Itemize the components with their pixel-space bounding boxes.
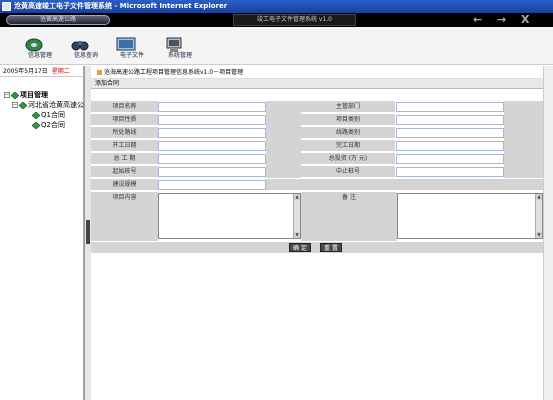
- label-spacer: [266, 179, 543, 191]
- breadcrumb: 沧海高速公路工程项目管理信息系统v1.0－项目管理: [91, 66, 543, 79]
- column-gap: [504, 101, 543, 179]
- confirm-button[interactable]: 确 定: [289, 243, 311, 252]
- project-name-input[interactable]: [158, 102, 266, 112]
- label-remarks: 备 注: [301, 192, 397, 242]
- project-nature-input[interactable]: [158, 115, 266, 125]
- tool-label: 电子文件: [119, 52, 144, 59]
- label-end-station: 中止桩号: [301, 166, 395, 178]
- tree-leaf-q1[interactable]: Q1合同: [32, 111, 65, 120]
- investment-input[interactable]: [396, 154, 504, 164]
- scale-input[interactable]: [158, 180, 266, 190]
- date-row: 2005年5月17日 星期二: [0, 66, 83, 77]
- label-scale: 建设规模: [91, 179, 158, 191]
- line-category-input[interactable]: [396, 128, 504, 138]
- label-start-date: 开工日期: [91, 140, 158, 152]
- route-input[interactable]: [158, 128, 266, 138]
- scroll-down-icon[interactable]: ▼: [294, 232, 300, 238]
- textarea-scrollbar[interactable]: ▲ ▼: [293, 194, 300, 238]
- ie-app-icon: [2, 2, 11, 11]
- collapse-icon[interactable]: −: [4, 92, 10, 98]
- window-title-bar: 沧黄高速竣工电子文件管理系统 - Microsoft Internet Expl…: [0, 0, 553, 13]
- tree-child-label: 河北省沧黄高速公: [28, 101, 84, 109]
- green-diamond-icon: [32, 121, 40, 129]
- label-content: 项目内容: [91, 192, 158, 242]
- system-manage-button[interactable]: 系统管理: [160, 37, 200, 63]
- info-query-button[interactable]: 信息查询: [66, 37, 106, 63]
- label-duration: 总 工 期: [91, 153, 158, 165]
- tool-label: 信息查询: [73, 52, 98, 59]
- system-title: 竣工电子文件管理系统 v1.0: [233, 14, 356, 26]
- content-textarea[interactable]: ▲ ▼: [158, 193, 301, 239]
- tree-child[interactable]: − 河北省沧黄高速公: [12, 101, 84, 110]
- label-route: 所处路线: [91, 127, 158, 139]
- weekday: 星期二: [51, 68, 70, 75]
- app-banner: 沧黄高速公路 竣工电子文件管理系统 v1.0 ← → X: [0, 13, 553, 27]
- main-panel: 沧海高速公路工程项目管理信息系统v1.0－项目管理 添加合同 项目名称 项目性质…: [91, 66, 543, 400]
- section-title: 添加合同: [91, 79, 543, 89]
- sidebar: 2005年5月17日 星期二 − 项目管理 − 河北省沧黄高速公 Q1合同 Q2合同: [0, 66, 84, 400]
- green-diamond-icon: [11, 91, 19, 99]
- electronic-file-button[interactable]: 电子文件: [112, 37, 152, 63]
- green-diamond-icon: [19, 101, 27, 109]
- duration-input[interactable]: [158, 154, 266, 164]
- window-title: 沧黄高速竣工电子文件管理系统 - Microsoft Internet Expl…: [14, 2, 228, 10]
- label-investment: 总投资 (万 元): [301, 153, 395, 165]
- end-station-input[interactable]: [396, 167, 504, 177]
- start-date-input[interactable]: [158, 141, 266, 151]
- tree-leaf-label: Q2合同: [41, 121, 65, 129]
- tool-label: 系统管理: [167, 52, 192, 59]
- start-station-input[interactable]: [158, 167, 266, 177]
- frame-splitter[interactable]: [84, 66, 91, 400]
- tree-root[interactable]: − 项目管理: [4, 91, 48, 100]
- label-department: 主管部门: [301, 101, 395, 113]
- scroll-up-icon[interactable]: ▲: [294, 194, 300, 200]
- site-name-pill: 沧黄高速公路: [6, 15, 110, 25]
- page-scrollbar[interactable]: [543, 66, 553, 400]
- label-project-name: 项目名称: [91, 101, 158, 113]
- splitter-toggle-icon[interactable]: [86, 220, 90, 244]
- end-date-input[interactable]: [396, 141, 504, 151]
- reset-button[interactable]: 重 置: [320, 243, 342, 252]
- label-line-category: 线路类别: [301, 127, 395, 139]
- info-manage-button[interactable]: 信息管理: [20, 37, 60, 63]
- scroll-up-icon[interactable]: ▲: [536, 194, 542, 200]
- collapse-icon[interactable]: −: [12, 102, 18, 108]
- label-start-station: 起始桩号: [91, 166, 158, 178]
- back-arrow-icon[interactable]: ←: [473, 13, 482, 27]
- button-row: 确 定 重 置: [91, 242, 543, 253]
- tree-leaf-label: Q1合同: [41, 111, 65, 119]
- department-input[interactable]: [396, 102, 504, 112]
- green-diamond-icon: [32, 111, 40, 119]
- current-date: 2005年5月17日: [3, 68, 48, 75]
- forward-arrow-icon[interactable]: →: [497, 13, 506, 27]
- breadcrumb-text: 沧海高速公路工程项目管理信息系统v1.0－项目管理: [104, 69, 244, 76]
- tool-label: 信息管理: [27, 52, 52, 59]
- main-toolbar: 信息管理 信息查询 电子文件 系统管理: [0, 27, 553, 65]
- close-icon[interactable]: X: [521, 13, 529, 27]
- project-category-input[interactable]: [396, 115, 504, 125]
- column-gap: [266, 101, 301, 179]
- tree-leaf-q2[interactable]: Q2合同: [32, 121, 65, 130]
- textarea-scrollbar[interactable]: ▲ ▼: [535, 194, 542, 238]
- bullet-icon: [97, 70, 102, 75]
- label-project-nature: 项目性质: [91, 114, 158, 126]
- remarks-textarea[interactable]: ▲ ▼: [397, 193, 543, 239]
- label-end-date: 完工日期: [301, 140, 395, 152]
- tree-root-label: 项目管理: [20, 91, 48, 99]
- label-project-category: 项目类别: [301, 114, 395, 126]
- scroll-down-icon[interactable]: ▼: [536, 232, 542, 238]
